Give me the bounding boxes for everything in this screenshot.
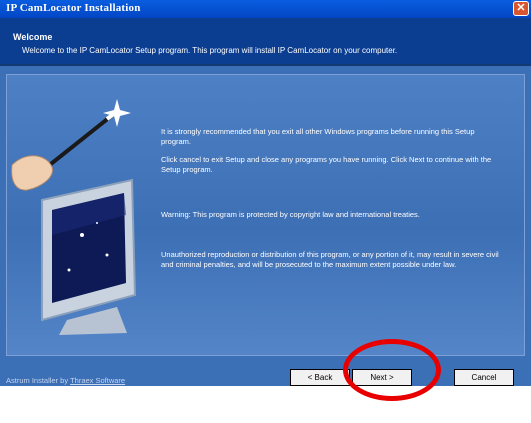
content-panel: It is strongly recommended that you exit… [6, 74, 525, 356]
header-subtitle: Welcome to the IP CamLocator Setup progr… [22, 46, 398, 55]
header-title: Welcome [13, 32, 53, 42]
cancel-button[interactable]: Cancel [454, 369, 514, 386]
highlight-circle [343, 339, 441, 401]
monitor-icon [41, 178, 137, 335]
welcome-header: Welcome Welcome to the IP CamLocator Set… [0, 18, 531, 66]
footer-bar: Astrum Installer by Thraex Software < Ba… [0, 356, 531, 386]
back-button[interactable]: < Back [290, 369, 350, 386]
paragraph-instructions: Click cancel to exit Setup and close any… [161, 155, 492, 174]
window-title: IP CamLocator Installation [6, 2, 141, 14]
thraex-software-link[interactable]: Thraex Software [70, 376, 125, 385]
paragraph-recommendation: It is strongly recommended that you exit… [161, 127, 475, 146]
setup-illustration [11, 99, 137, 335]
title-bar: IP CamLocator Installation ✕ [0, 0, 531, 18]
close-icon[interactable]: ✕ [513, 1, 529, 16]
credit-prefix: Astrum Installer by [6, 376, 69, 385]
paragraph-legal: Unauthorized reproduction or distributio… [161, 250, 499, 269]
installer-window: IP CamLocator Installation ✕ Welcome Wel… [0, 0, 531, 386]
magic-wand-icon [11, 99, 131, 191]
paragraph-warning: Warning: This program is protected by co… [161, 210, 420, 219]
installer-credit: Astrum Installer by Thraex Software [6, 376, 125, 385]
